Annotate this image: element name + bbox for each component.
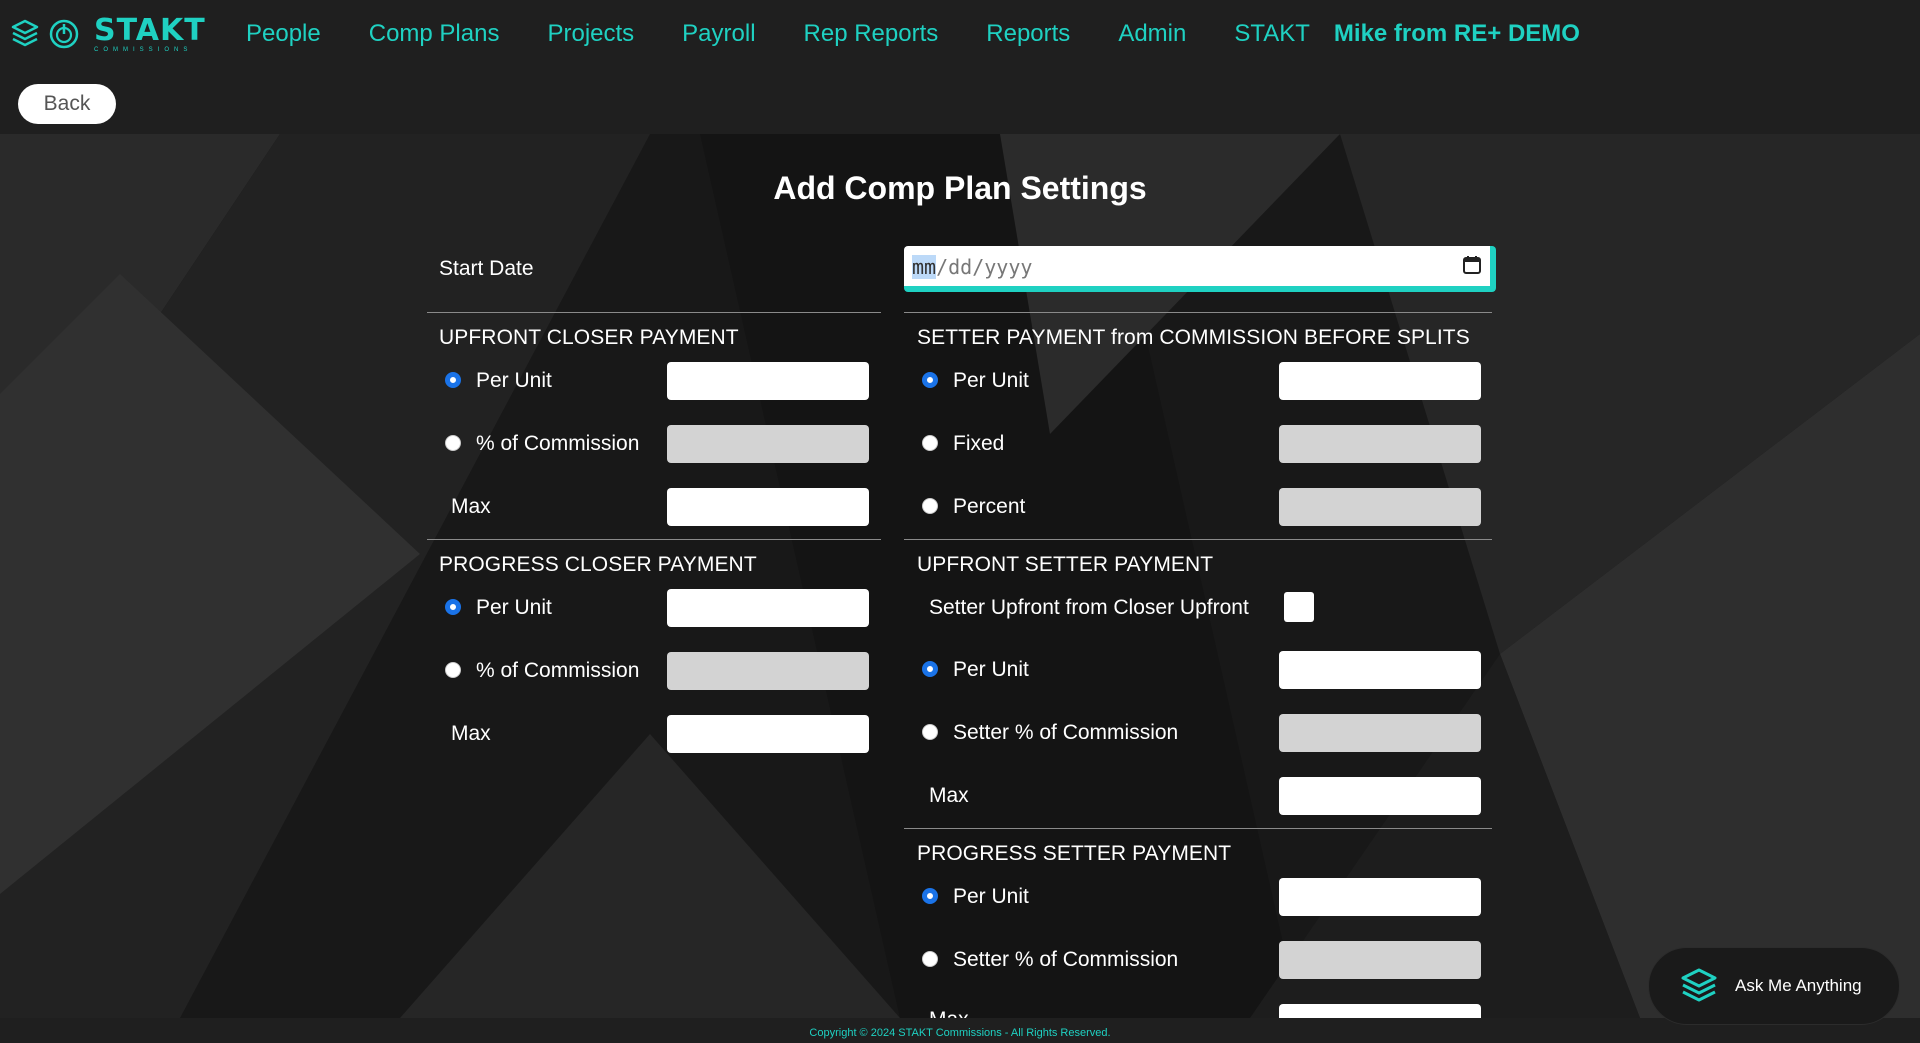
divider <box>427 312 881 313</box>
nav-comp-plans[interactable]: Comp Plans <box>369 20 500 48</box>
setter-percent-label: Percent <box>953 495 1026 518</box>
upfront-setter-per-unit-radio[interactable] <box>922 661 938 677</box>
brand-subtitle: COMMISSIONS <box>94 46 193 53</box>
progress-setter-per-unit-input[interactable] <box>1279 878 1481 916</box>
main-content: Add Comp Plan Settings Start Date mm/dd/… <box>0 134 1920 1018</box>
progress-setter-max-label: Max <box>929 1008 969 1018</box>
calendar-icon[interactable] <box>1462 255 1482 275</box>
upfront-setter-title: UPFRONT SETTER PAYMENT <box>917 553 1214 576</box>
progress-setter-percent-label: Setter % of Commission <box>953 948 1179 971</box>
setter-fixed-input[interactable] <box>1279 425 1481 463</box>
upfront-setter-per-unit-label: Per Unit <box>953 658 1029 681</box>
setter-percent-input[interactable] <box>1279 488 1481 526</box>
date-rest-segment: /dd/yyyy <box>936 255 1033 279</box>
divider <box>904 539 1492 540</box>
upfront-setter-per-unit-input[interactable] <box>1279 651 1481 689</box>
nav-rep-reports[interactable]: Rep Reports <box>804 20 939 48</box>
footer-copyright: Copyright © 2024 STAKT Commissions - All… <box>0 1018 1920 1043</box>
setter-upfront-from-closer-checkbox[interactable] <box>1284 592 1314 622</box>
upfront-setter-percent-radio[interactable] <box>922 724 938 740</box>
stack-layers-icon <box>11 19 39 47</box>
nav-admin[interactable]: Admin <box>1118 20 1186 48</box>
progress-setter-percent-radio[interactable] <box>922 951 938 967</box>
upfront-closer-percent-radio[interactable] <box>445 435 461 451</box>
upfront-closer-per-unit-input[interactable] <box>667 362 869 400</box>
progress-setter-percent-input[interactable] <box>1279 941 1481 979</box>
setter-before-splits-title: SETTER PAYMENT from COMMISSION BEFORE SP… <box>917 326 1470 349</box>
back-button[interactable]: Back <box>18 84 116 124</box>
progress-closer-max-input[interactable] <box>667 715 869 753</box>
progress-setter-max-input[interactable] <box>1279 1004 1481 1018</box>
progress-closer-percent-label: % of Commission <box>476 659 640 682</box>
user-menu[interactable]: Mike from RE+ DEMO <box>1334 20 1580 48</box>
divider <box>904 312 1492 313</box>
ask-me-anything-button[interactable]: Ask Me Anything <box>1648 947 1900 1025</box>
progress-closer-percent-input[interactable] <box>667 652 869 690</box>
page-title: Add Comp Plan Settings <box>773 170 1147 206</box>
upfront-setter-max-input[interactable] <box>1279 777 1481 815</box>
setter-per-unit-label: Per Unit <box>953 369 1029 392</box>
power-icon <box>49 19 79 49</box>
progress-closer-per-unit-radio[interactable] <box>445 599 461 615</box>
upfront-closer-max-label: Max <box>451 495 491 518</box>
logo[interactable]: STAKT COMMISSIONS <box>10 14 206 54</box>
progress-setter-per-unit-radio[interactable] <box>922 888 938 904</box>
upfront-closer-title: UPFRONT CLOSER PAYMENT <box>439 326 739 349</box>
start-date-label: Start Date <box>439 257 534 280</box>
progress-setter-title: PROGRESS SETTER PAYMENT <box>917 842 1232 865</box>
upfront-closer-percent-label: % of Commission <box>476 432 640 455</box>
progress-closer-percent-radio[interactable] <box>445 662 461 678</box>
progress-setter-per-unit-label: Per Unit <box>953 885 1029 908</box>
brand-name: STAKT <box>94 12 206 48</box>
main-nav: People Comp Plans Projects Payroll Rep R… <box>246 20 1580 48</box>
stack-layers-icon <box>1681 968 1717 1002</box>
date-month-segment[interactable]: mm <box>912 255 937 279</box>
setter-fixed-label: Fixed <box>953 432 1005 455</box>
upfront-closer-max-input[interactable] <box>667 488 869 526</box>
ask-me-anything-label: Ask Me Anything <box>1735 976 1862 995</box>
setter-percent-radio[interactable] <box>922 498 938 514</box>
progress-closer-per-unit-input[interactable] <box>667 589 869 627</box>
nav-reports[interactable]: Reports <box>986 20 1070 48</box>
upfront-closer-per-unit-label: Per Unit <box>476 369 552 392</box>
progress-closer-per-unit-label: Per Unit <box>476 596 552 619</box>
nav-stakt[interactable]: STAKT <box>1234 20 1310 48</box>
progress-closer-title: PROGRESS CLOSER PAYMENT <box>439 553 757 576</box>
divider <box>427 539 881 540</box>
setter-per-unit-input[interactable] <box>1279 362 1481 400</box>
setter-per-unit-radio[interactable] <box>922 372 938 388</box>
progress-closer-max-label: Max <box>451 722 491 745</box>
start-date-input[interactable]: mm/dd/yyyy <box>904 246 1496 292</box>
nav-payroll[interactable]: Payroll <box>682 20 755 48</box>
upfront-closer-per-unit-radio[interactable] <box>445 372 461 388</box>
upfront-setter-max-label: Max <box>929 784 969 807</box>
top-bar: STAKT COMMISSIONS People Comp Plans Proj… <box>0 0 1920 134</box>
upfront-setter-percent-input[interactable] <box>1279 714 1481 752</box>
nav-projects[interactable]: Projects <box>547 20 634 48</box>
upfront-setter-percent-label: Setter % of Commission <box>953 721 1179 744</box>
divider <box>904 828 1492 829</box>
setter-upfront-from-closer-label: Setter Upfront from Closer Upfront <box>929 596 1249 619</box>
setter-fixed-radio[interactable] <box>922 435 938 451</box>
upfront-closer-percent-input[interactable] <box>667 425 869 463</box>
nav-people[interactable]: People <box>246 20 321 48</box>
